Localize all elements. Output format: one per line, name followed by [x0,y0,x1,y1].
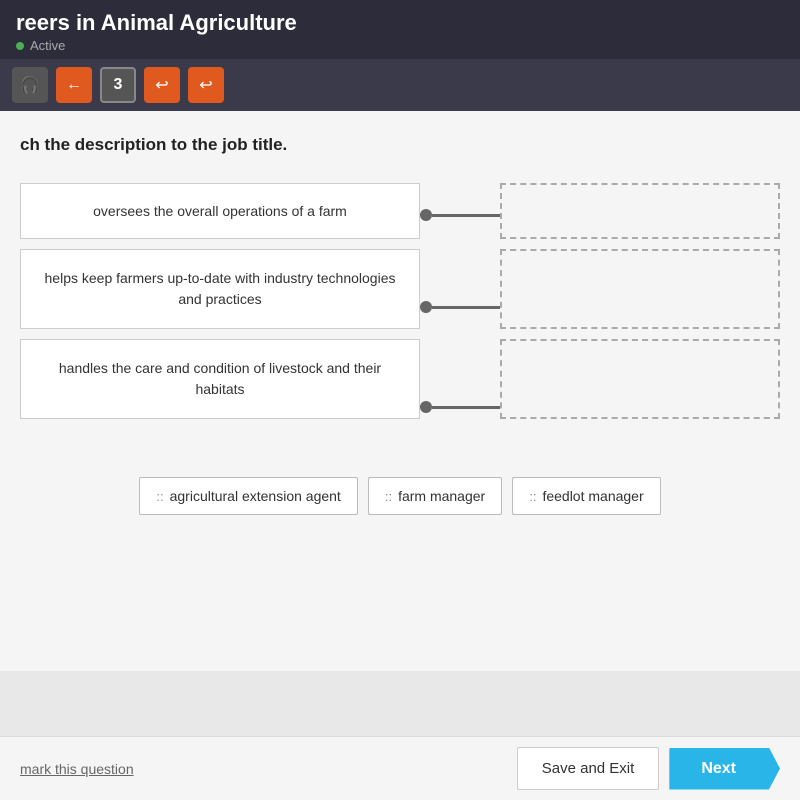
header: reers in Animal Agriculture Active [0,0,800,59]
mark-question-link[interactable]: mark this question [20,761,134,777]
next-button[interactable]: Next [669,748,780,790]
description-item-2: helps keep farmers up-to-date with indus… [20,249,420,329]
back-button[interactable]: ← [56,67,92,103]
connector-3 [420,367,500,447]
status-label: Active [30,38,65,53]
connector-area [420,183,500,447]
connector-2 [420,267,500,347]
chip-label-3: feedlot manager [542,488,643,504]
toolbar: 🎧 ← 3 ↩ ↩ [0,59,800,111]
footer: mark this question Save and Exit Next [0,736,800,800]
line-2 [432,306,500,309]
descriptions-column: oversees the overall operations of a far… [20,183,420,419]
instruction-text: ch the description to the job title. [20,135,780,155]
dot-2 [420,301,432,313]
drag-icon-3: :: [529,489,536,504]
drop-target-1[interactable] [500,183,780,239]
description-item-3: handles the care and condition of livest… [20,339,420,419]
answer-bank: :: agricultural extension agent :: farm … [20,477,780,515]
page-title: reers in Animal Agriculture [16,10,784,36]
redo-button[interactable]: ↩ [188,67,224,103]
chip-label-2: farm manager [398,488,485,504]
back-icon: ← [66,76,82,94]
targets-column [500,183,780,419]
line-1 [432,214,500,217]
header-status: Active [16,38,784,53]
question-counter: 3 [100,67,136,103]
status-indicator [16,42,24,50]
line-3 [432,406,500,409]
drag-icon-1: :: [156,489,163,504]
drop-target-3[interactable] [500,339,780,419]
undo-button[interactable]: ↩ [144,67,180,103]
drag-icon-2: :: [385,489,392,504]
drop-target-2[interactable] [500,249,780,329]
dot-3 [420,401,432,413]
undo-icon: ↩ [155,75,168,95]
headphones-icon: 🎧 [20,75,40,95]
footer-buttons: Save and Exit Next [517,747,780,790]
chip-agricultural-extension-agent[interactable]: :: agricultural extension agent [139,477,357,515]
chip-feedlot-manager[interactable]: :: feedlot manager [512,477,660,515]
connector-1 [420,183,500,247]
match-area: oversees the overall operations of a far… [20,183,780,447]
headphones-icon-btn[interactable]: 🎧 [12,67,48,103]
redo-icon: ↩ [199,75,212,95]
main-content: ch the description to the job title. ove… [0,111,800,671]
save-exit-button[interactable]: Save and Exit [517,747,660,790]
chip-farm-manager[interactable]: :: farm manager [368,477,502,515]
chip-label-1: agricultural extension agent [170,488,341,504]
description-item-1: oversees the overall operations of a far… [20,183,420,239]
dot-1 [420,209,432,221]
